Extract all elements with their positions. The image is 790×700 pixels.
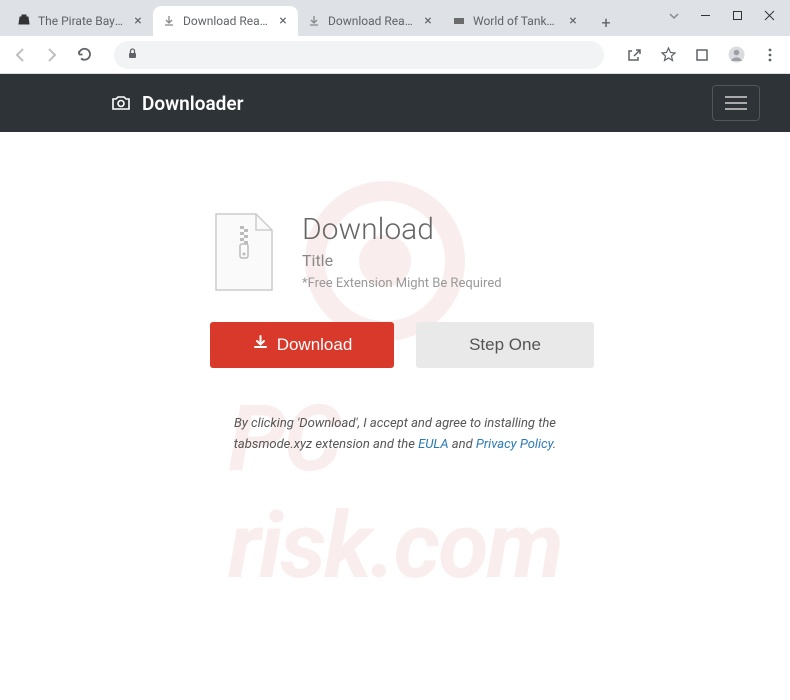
close-icon[interactable]: × — [566, 14, 580, 28]
camera-icon — [110, 92, 132, 114]
window-maximize[interactable] — [730, 8, 744, 22]
tab-favicon-icon — [451, 13, 467, 29]
page-subtitle: Title — [302, 251, 502, 270]
window-tabsearch-chevron[interactable] — [668, 10, 680, 25]
file-zip-icon — [210, 212, 278, 294]
tab-favicon-icon — [161, 13, 177, 29]
browser-tab[interactable]: Download Ready × — [153, 6, 298, 36]
privacy-link[interactable]: Privacy Policy — [476, 437, 553, 452]
eula-link[interactable]: EULA — [418, 437, 448, 452]
tab-favicon-icon — [306, 13, 322, 29]
reload-button[interactable] — [74, 45, 94, 65]
browser-tab[interactable]: Download Ready × — [298, 6, 443, 36]
tab-title: Download Ready — [183, 14, 270, 28]
step-one-button[interactable]: Step One — [416, 322, 594, 368]
page-note: *Free Extension Might Be Required — [302, 276, 502, 291]
back-button[interactable] — [10, 45, 30, 65]
step-one-label: Step One — [469, 335, 541, 355]
browser-toolbar — [0, 36, 790, 74]
page-heading: Download — [302, 212, 502, 247]
menu-icon[interactable] — [760, 45, 780, 65]
close-icon[interactable]: × — [276, 14, 290, 28]
close-icon[interactable]: × — [421, 14, 435, 28]
address-bar[interactable] — [114, 41, 604, 69]
bookmark-icon[interactable] — [658, 45, 678, 65]
close-icon[interactable]: × — [131, 14, 145, 28]
tab-title: Download Ready — [328, 14, 415, 28]
tab-title: World of Tanks—F — [473, 14, 560, 28]
profile-icon[interactable] — [726, 45, 746, 65]
forward-button[interactable] — [42, 45, 62, 65]
share-icon[interactable] — [624, 45, 644, 65]
menu-toggle[interactable] — [712, 85, 760, 121]
new-tab-button[interactable]: + — [592, 8, 620, 36]
brand-label: Downloader — [142, 92, 243, 115]
download-button-label: Download — [277, 335, 353, 355]
legal-text: By clicking 'Download', I accept and agr… — [100, 414, 690, 456]
brand: Downloader — [110, 92, 243, 115]
browser-tab[interactable]: The Pirate Bay - Th × — [8, 6, 153, 36]
page-header: Downloader — [0, 74, 790, 132]
download-button[interactable]: Download — [210, 322, 394, 368]
tab-title: The Pirate Bay - Th — [38, 14, 125, 28]
browser-tab[interactable]: World of Tanks—F × — [443, 6, 588, 36]
window-minimize[interactable] — [698, 8, 712, 22]
lock-icon — [126, 45, 139, 64]
window-close[interactable] — [762, 8, 776, 22]
download-icon — [252, 334, 269, 356]
extensions-icon[interactable] — [692, 45, 712, 65]
tab-favicon-icon — [16, 13, 32, 29]
